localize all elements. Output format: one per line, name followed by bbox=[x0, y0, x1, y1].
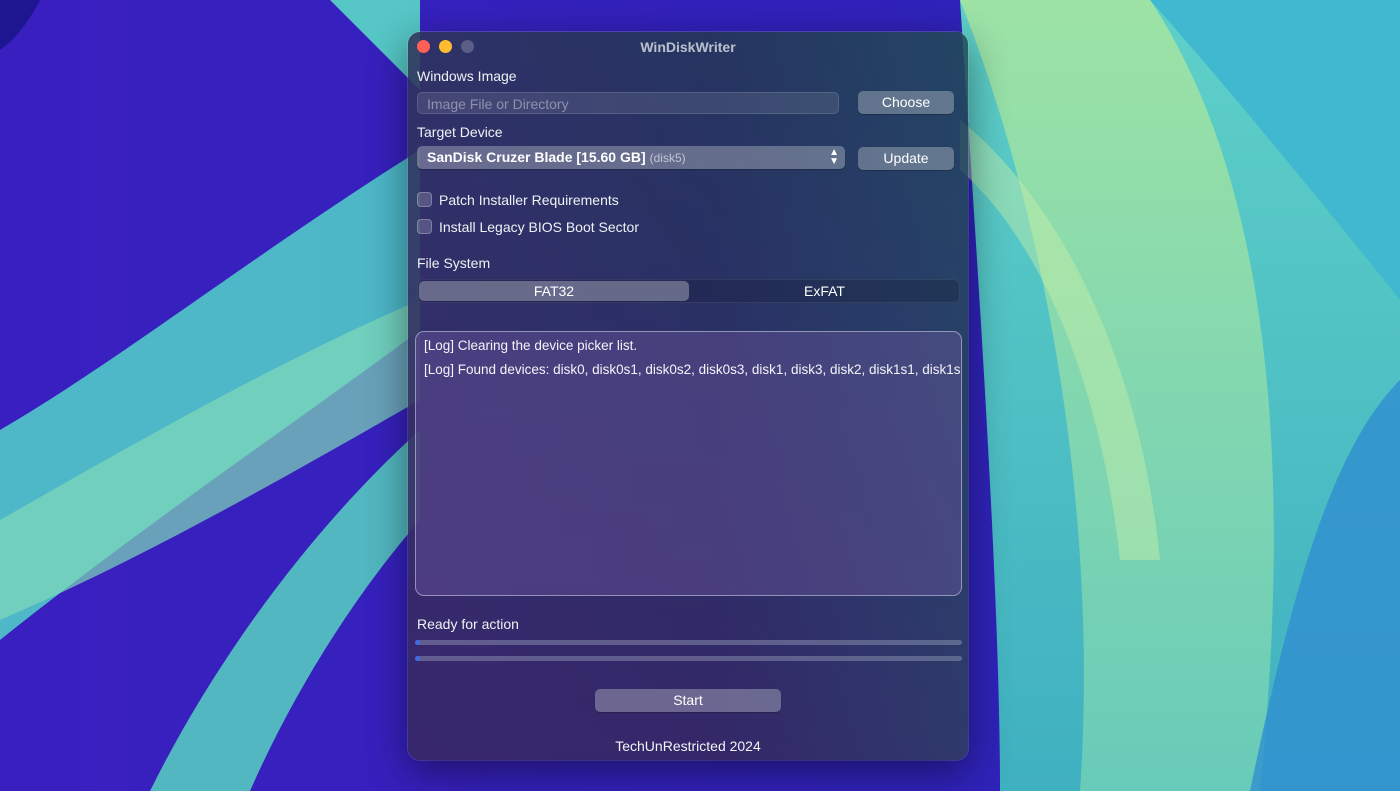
log-line: [Log] Clearing the device picker list. bbox=[424, 338, 638, 353]
file-system-segmented-control: FAT32 ExFAT bbox=[417, 279, 960, 303]
secondary-progress-bar bbox=[415, 656, 962, 661]
chevron-up-down-icon: ▲ ▼ bbox=[829, 147, 839, 167]
log-line: [Log] Found devices: disk0, disk0s1, dis… bbox=[424, 362, 962, 377]
secondary-progress-fill bbox=[415, 656, 421, 661]
exfat-segment[interactable]: ExFAT bbox=[690, 281, 959, 301]
legacy-bios-label: Install Legacy BIOS Boot Sector bbox=[439, 219, 639, 235]
selected-device-name: SanDisk Cruzer Blade [15.60 GB] bbox=[427, 149, 646, 165]
title-bar[interactable]: WinDiskWriter bbox=[408, 32, 968, 62]
primary-progress-bar bbox=[415, 640, 962, 645]
primary-progress-fill bbox=[415, 640, 421, 645]
legacy-bios-checkbox[interactable] bbox=[417, 219, 432, 234]
fat32-segment[interactable]: FAT32 bbox=[419, 281, 689, 301]
windows-image-label: Windows Image bbox=[417, 68, 517, 84]
patch-installer-label: Patch Installer Requirements bbox=[439, 192, 619, 208]
footer-credit: TechUnRestricted 2024 bbox=[615, 738, 761, 754]
window-title: WinDiskWriter bbox=[640, 39, 736, 55]
status-text: Ready for action bbox=[417, 616, 519, 632]
target-device-label: Target Device bbox=[417, 124, 503, 140]
selected-device-id: (disk5) bbox=[649, 151, 686, 165]
log-view[interactable]: [Log] Clearing the device picker list. [… bbox=[415, 331, 962, 596]
patch-installer-checkbox[interactable] bbox=[417, 192, 432, 207]
update-button[interactable]: Update bbox=[858, 147, 954, 170]
choose-button[interactable]: Choose bbox=[858, 91, 954, 114]
app-window: WinDiskWriter Windows Image Image File o… bbox=[408, 32, 968, 760]
file-system-label: File System bbox=[417, 255, 491, 271]
image-path-input[interactable]: Image File or Directory bbox=[417, 92, 839, 114]
start-button[interactable]: Start bbox=[595, 689, 781, 712]
target-device-select[interactable]: SanDisk Cruzer Blade [15.60 GB] (disk5) ▲… bbox=[417, 146, 845, 169]
